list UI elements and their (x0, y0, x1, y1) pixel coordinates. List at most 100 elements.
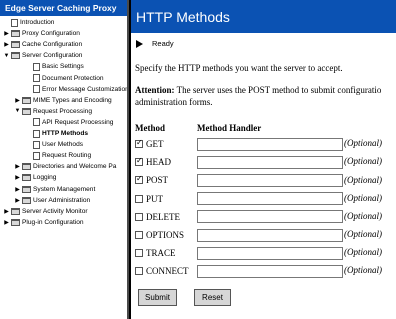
nav-item[interactable]: ▶ Directories and Welcome Pa (14, 161, 116, 172)
method-handler-input[interactable] (197, 155, 343, 169)
expand-arrow-icon[interactable]: ▶ (14, 163, 21, 170)
method-name: POST (146, 175, 169, 186)
play-icon (136, 39, 143, 48)
method-checkbox[interactable] (135, 249, 143, 258)
methods-table: Method Method Handler GET (Optional) HEAD (… (135, 121, 382, 281)
attention-line-1: Attention: The server uses the POST meth… (135, 85, 381, 95)
expand-arrow-icon[interactable]: ▶ (3, 41, 10, 48)
collapse-arrow-icon[interactable]: ▼ (3, 53, 10, 59)
handler-cell: (Optional) (197, 171, 382, 189)
method-checkbox[interactable] (135, 174, 143, 185)
nav-item[interactable]: ▶ Server Activity Monitor (3, 206, 88, 217)
method-handler-input[interactable] (197, 137, 343, 151)
nav-item-label: Directories and Welcome Pa (33, 163, 117, 171)
nav-item-label: Server Configuration (22, 52, 83, 60)
nav-title: Edge Server Caching Proxy (0, 0, 127, 16)
method-cell: OPTIONS (135, 226, 197, 244)
nav-item-label: User Methods (42, 141, 84, 149)
method-row: TRACE (Optional) (135, 244, 382, 262)
method-checkbox[interactable] (135, 156, 143, 167)
method-checkbox[interactable] (135, 212, 143, 221)
nav-item[interactable]: API Request Processing (25, 117, 113, 128)
nav-item-label: Request Processing (33, 107, 93, 115)
document-icon (33, 118, 40, 127)
nav-item[interactable]: Basic Settings (25, 61, 84, 72)
document-icon (33, 74, 40, 82)
document-icon (33, 85, 40, 94)
navigation-pane: Edge Server Caching Proxy Introduction ▶ P… (0, 0, 129, 319)
optional-label: (Optional) (344, 174, 382, 185)
nav-item-label: Plug-in Configuration (22, 218, 84, 226)
navigation-tree: Introduction ▶ Proxy Configuration ▶ Cache C… (0, 16, 127, 316)
method-name: GET (146, 139, 164, 150)
handler-cell: (Optional) (197, 190, 382, 208)
attention-label: Attention: (135, 85, 175, 95)
nav-item[interactable]: Document Protection (25, 73, 104, 84)
method-handler-input[interactable] (197, 173, 343, 187)
nav-item-label: Request Routing (42, 152, 92, 160)
method-checkbox[interactable] (135, 138, 143, 149)
method-handler-input[interactable] (197, 246, 343, 260)
nav-item[interactable]: Request Routing (25, 150, 91, 161)
method-column-header: Method (135, 123, 165, 133)
folder-icon (11, 52, 20, 60)
nav-item-label: Cache Configuration (22, 41, 83, 49)
method-row: POST (Optional) (135, 171, 382, 189)
nav-item[interactable]: Introduction (3, 17, 54, 28)
collapse-arrow-icon[interactable]: ▼ (14, 108, 21, 114)
method-checkbox[interactable] (135, 194, 143, 203)
submit-button[interactable]: Submit (138, 289, 177, 306)
nav-item[interactable]: ▼ Request Processing (14, 106, 92, 117)
nav-item-label: HTTP Methods (42, 130, 89, 137)
expand-arrow-icon[interactable]: ▶ (3, 219, 10, 226)
method-checkbox[interactable] (135, 267, 143, 276)
optional-label: (Optional) (344, 156, 382, 167)
nav-item[interactable]: Error Message Customization (25, 84, 129, 95)
nav-item-label: Document Protection (42, 74, 104, 82)
reset-button[interactable]: Reset (194, 289, 231, 306)
expand-arrow-icon[interactable]: ▶ (14, 197, 21, 204)
status-text: Ready (152, 39, 174, 48)
nav-item[interactable]: HTTP Methods (25, 128, 88, 139)
method-name: HEAD (146, 157, 171, 168)
method-name: OPTIONS (146, 230, 185, 241)
method-row: PUT (Optional) (135, 190, 382, 208)
optional-label: (Optional) (344, 210, 382, 221)
expand-arrow-icon[interactable]: ▶ (14, 97, 21, 104)
nav-item[interactable]: ▶ Cache Configuration (3, 39, 82, 50)
method-cell: GET (135, 135, 197, 153)
method-checkbox[interactable] (135, 231, 143, 240)
nav-item[interactable]: ▶ Plug-in Configuration (3, 217, 84, 228)
nav-item[interactable]: ▶ Logging (14, 172, 56, 183)
attention-line-2: administration forms. (135, 97, 213, 107)
document-icon (33, 129, 40, 138)
expand-arrow-icon[interactable]: ▶ (3, 208, 10, 215)
expand-arrow-icon[interactable]: ▶ (14, 186, 21, 193)
method-handler-input[interactable] (197, 264, 343, 278)
handler-cell: (Optional) (197, 135, 382, 153)
nav-item-label: Error Message Customization (42, 85, 129, 93)
nav-item[interactable]: User Methods (25, 139, 83, 150)
page-title: HTTP Methods (131, 0, 396, 33)
method-row: CONNECT (Optional) (135, 262, 382, 280)
folder-icon (11, 207, 20, 215)
expand-arrow-icon[interactable]: ▶ (3, 30, 10, 37)
method-handler-input[interactable] (197, 228, 343, 242)
expand-arrow-icon[interactable]: ▶ (14, 174, 21, 181)
optional-label: (Optional) (344, 247, 382, 258)
handler-cell: (Optional) (197, 208, 382, 226)
nav-item-label: User Administration (33, 196, 91, 204)
nav-item-label: Introduction (20, 19, 55, 26)
folder-icon (22, 163, 31, 171)
document-icon (33, 151, 40, 160)
optional-label: (Optional) (344, 265, 382, 276)
content-pane: HTTP Methods Ready Specify the HTTP meth… (131, 0, 396, 319)
nav-item-label: System Management (33, 185, 96, 193)
nav-item[interactable]: ▶ MIME Types and Encoding (14, 95, 112, 106)
nav-item[interactable]: ▼ Server Configuration (3, 50, 82, 61)
nav-item[interactable]: ▶ System Management (14, 184, 95, 195)
nav-item[interactable]: ▶ Proxy Configuration (3, 28, 80, 39)
method-handler-input[interactable] (197, 210, 343, 224)
method-handler-input[interactable] (197, 192, 343, 206)
nav-item[interactable]: ▶ User Administration (14, 195, 90, 206)
